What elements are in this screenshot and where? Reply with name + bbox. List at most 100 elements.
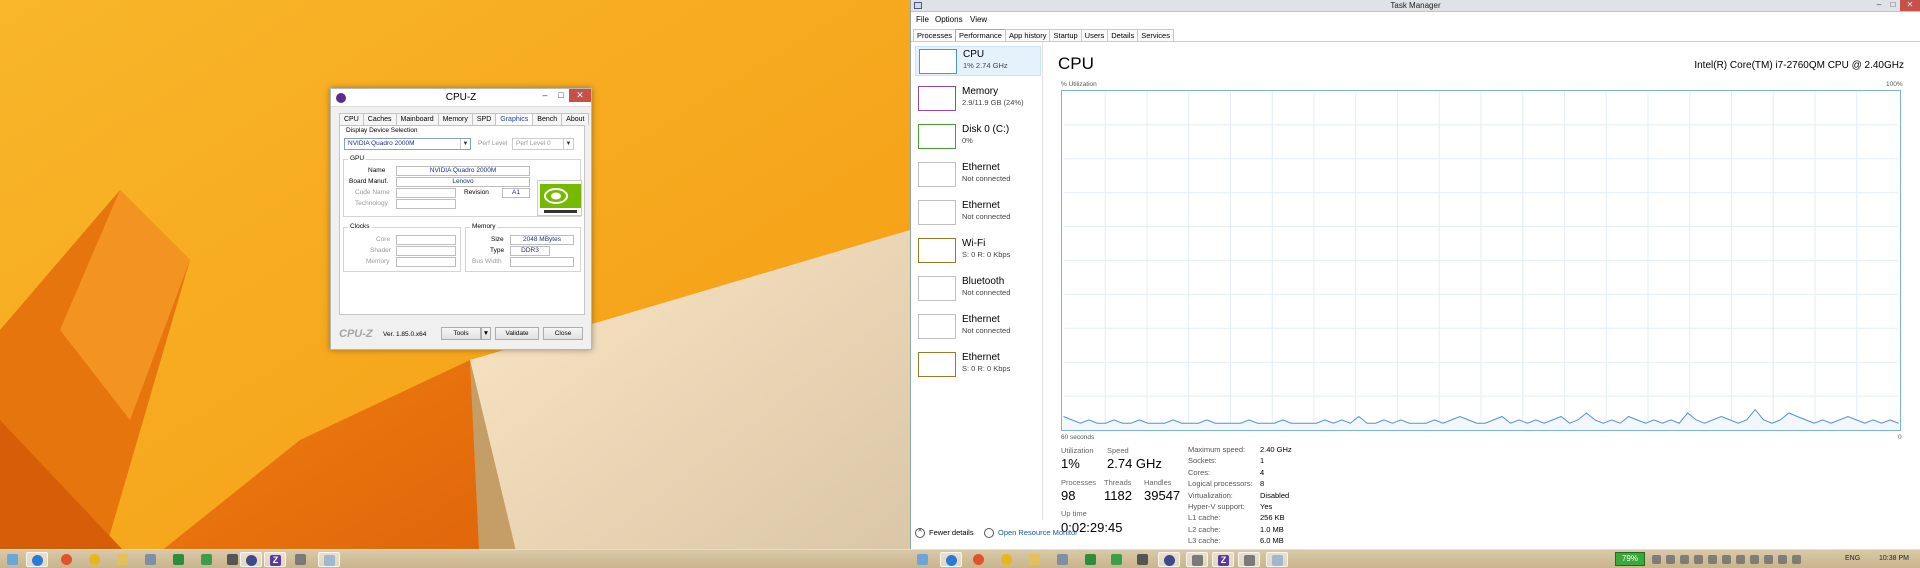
resource-item-disk-0-c[interactable]: Disk 0 (C:) 0% (915, 122, 1041, 152)
taskbar-cpuz[interactable]: Z (1212, 552, 1234, 567)
resource-item-wi-fi[interactable]: Wi-Fi S: 0 R: 0 Kbps (915, 236, 1041, 266)
validate-button[interactable]: Validate (495, 327, 539, 340)
resource-monitor-icon (984, 528, 994, 539)
taskbar-app[interactable] (1158, 552, 1180, 567)
resource-item-ethernet[interactable]: Ethernet S: 0 R: 0 Kbps (915, 350, 1041, 380)
taskbar-app[interactable] (1106, 552, 1128, 567)
technology-value (396, 199, 456, 209)
resource-item-ethernet[interactable]: Ethernet Not connected (915, 312, 1041, 342)
tray-icon[interactable] (1764, 555, 1773, 564)
taskbar-taskmgr[interactable] (1266, 552, 1288, 567)
perf-level-select[interactable]: Perf Level 0 ▼ (512, 138, 574, 150)
app-icon (227, 554, 238, 565)
taskbar-explorer[interactable] (1024, 552, 1046, 567)
excel-icon (1085, 554, 1096, 565)
tab-memory[interactable]: Memory (437, 113, 473, 125)
close-button[interactable]: ✕ (1900, 0, 1920, 11)
cpuz-titlebar[interactable]: CPU-Z – □ ✕ (331, 89, 591, 107)
fewer-details-link[interactable]: ^ Fewer details (915, 528, 974, 539)
tab-processes[interactable]: Processes (913, 29, 957, 41)
taskmgr-titlebar[interactable]: Task Manager – □ ✕ (911, 0, 1920, 12)
tray-icon[interactable] (1708, 555, 1717, 564)
tab-spd[interactable]: SPD (471, 113, 497, 125)
task-manager-window[interactable]: Task Manager – □ ✕ File Options View Pro… (910, 0, 1920, 549)
taskbar-app[interactable] (240, 552, 262, 567)
core-clock-label: Core (376, 236, 391, 243)
menu-options[interactable]: Options (935, 15, 963, 24)
resource-name: Bluetooth (962, 276, 1005, 287)
taskbar-ie[interactable] (26, 552, 48, 567)
start-button[interactable] (912, 552, 934, 567)
tab-mainboard[interactable]: Mainboard (395, 113, 439, 125)
start-button[interactable] (2, 552, 24, 567)
taskbar-firefox[interactable] (968, 552, 990, 567)
tab-app-history[interactable]: App history (1004, 29, 1051, 41)
minimize-button[interactable]: – (537, 89, 553, 102)
cpuz-window[interactable]: CPU-Z – □ ✕ CPU Caches Mainboard Memory SPD G… (330, 88, 592, 350)
taskbar-cpuz[interactable]: Z (264, 552, 286, 567)
maximize-button[interactable]: □ (553, 89, 569, 102)
resource-item-bluetooth[interactable]: Bluetooth Not connected (915, 274, 1041, 304)
menu-view[interactable]: View (970, 15, 987, 24)
spec-value: 8 (1260, 479, 1265, 489)
tab-startup[interactable]: Startup (1049, 29, 1082, 41)
taskbar-app[interactable] (140, 552, 162, 567)
tab-bench[interactable]: Bench (532, 113, 563, 125)
chevron-down-icon[interactable]: ▼ (563, 139, 573, 149)
resource-item-ethernet[interactable]: Ethernet Not connected (915, 198, 1041, 228)
tray-icon[interactable] (1722, 555, 1731, 564)
resource-detail: Not connected (962, 288, 1011, 297)
tray-icon[interactable] (1680, 555, 1689, 564)
network-icon[interactable] (1778, 555, 1787, 564)
open-resource-monitor-link[interactable]: Open Resource Monitor (984, 528, 1078, 539)
tab-users[interactable]: Users (1080, 29, 1109, 41)
volume-icon[interactable] (1792, 555, 1801, 564)
taskbar-chrome[interactable] (996, 552, 1018, 567)
resource-item-cpu[interactable]: CPU 1% 2.74 GHz (915, 46, 1041, 76)
tab-details[interactable]: Details (1107, 29, 1139, 41)
resource-item-memory[interactable]: Memory 2.9/11.9 GB (24%) (915, 84, 1041, 114)
app-icon (1192, 555, 1203, 566)
taskbar-app[interactable] (1238, 552, 1260, 567)
clock[interactable]: 10:38 PM (1879, 555, 1909, 562)
tools-dropdown-arrow[interactable]: ▼ (481, 327, 491, 340)
taskbar-app[interactable] (290, 552, 312, 567)
tab-services[interactable]: Services (1137, 29, 1174, 41)
taskbar-ie[interactable] (940, 552, 962, 567)
taskbar-explorer[interactable] (112, 552, 134, 567)
minimize-button[interactable]: – (1872, 0, 1886, 11)
taskbar-app[interactable] (196, 552, 218, 567)
tray-icon[interactable] (1652, 555, 1661, 564)
taskbar-app[interactable] (1132, 552, 1154, 567)
menu-file[interactable]: File (916, 15, 929, 24)
tab-caches[interactable]: Caches (362, 113, 397, 125)
taskbar-chrome[interactable] (84, 552, 106, 567)
perf-level-value: Perf Level 0 (516, 140, 551, 147)
tab-cpu[interactable]: CPU (339, 113, 364, 125)
taskbar-app[interactable] (1052, 552, 1074, 567)
tray-icon[interactable] (1750, 555, 1759, 564)
taskbar-taskmgr[interactable] (318, 552, 340, 567)
tray-icon[interactable] (1694, 555, 1703, 564)
revision-label: Revision (464, 189, 489, 196)
chevron-down-icon[interactable]: ▼ (460, 139, 470, 149)
resource-item-ethernet[interactable]: Ethernet Not connected (915, 160, 1041, 190)
display-device-select[interactable]: NVIDIA Quadro 2000M ▼ (344, 138, 471, 150)
language-indicator[interactable]: ENG (1845, 555, 1860, 562)
tab-about[interactable]: About (561, 113, 590, 125)
desktop-wallpaper: CPU-Z – □ ✕ CPU Caches Mainboard Memory SPD G… (0, 0, 910, 568)
close-button[interactable]: ✕ (569, 89, 591, 102)
taskbar-app[interactable] (1186, 552, 1208, 567)
maximize-button[interactable]: □ (1886, 0, 1900, 11)
taskbar-excel[interactable] (168, 552, 190, 567)
close-app-button[interactable]: Close (543, 327, 583, 340)
tab-graphics[interactable]: Graphics (495, 113, 534, 125)
tray-icon[interactable] (1736, 555, 1745, 564)
tray-icon[interactable] (1666, 555, 1675, 564)
taskbar-excel[interactable] (1080, 552, 1102, 567)
tools-button[interactable]: Tools (441, 327, 481, 340)
app-icon (1137, 554, 1148, 565)
taskbar-firefox[interactable] (56, 552, 78, 567)
resource-name: Ethernet (962, 162, 1000, 173)
battery-indicator[interactable]: 79% (1615, 552, 1645, 566)
